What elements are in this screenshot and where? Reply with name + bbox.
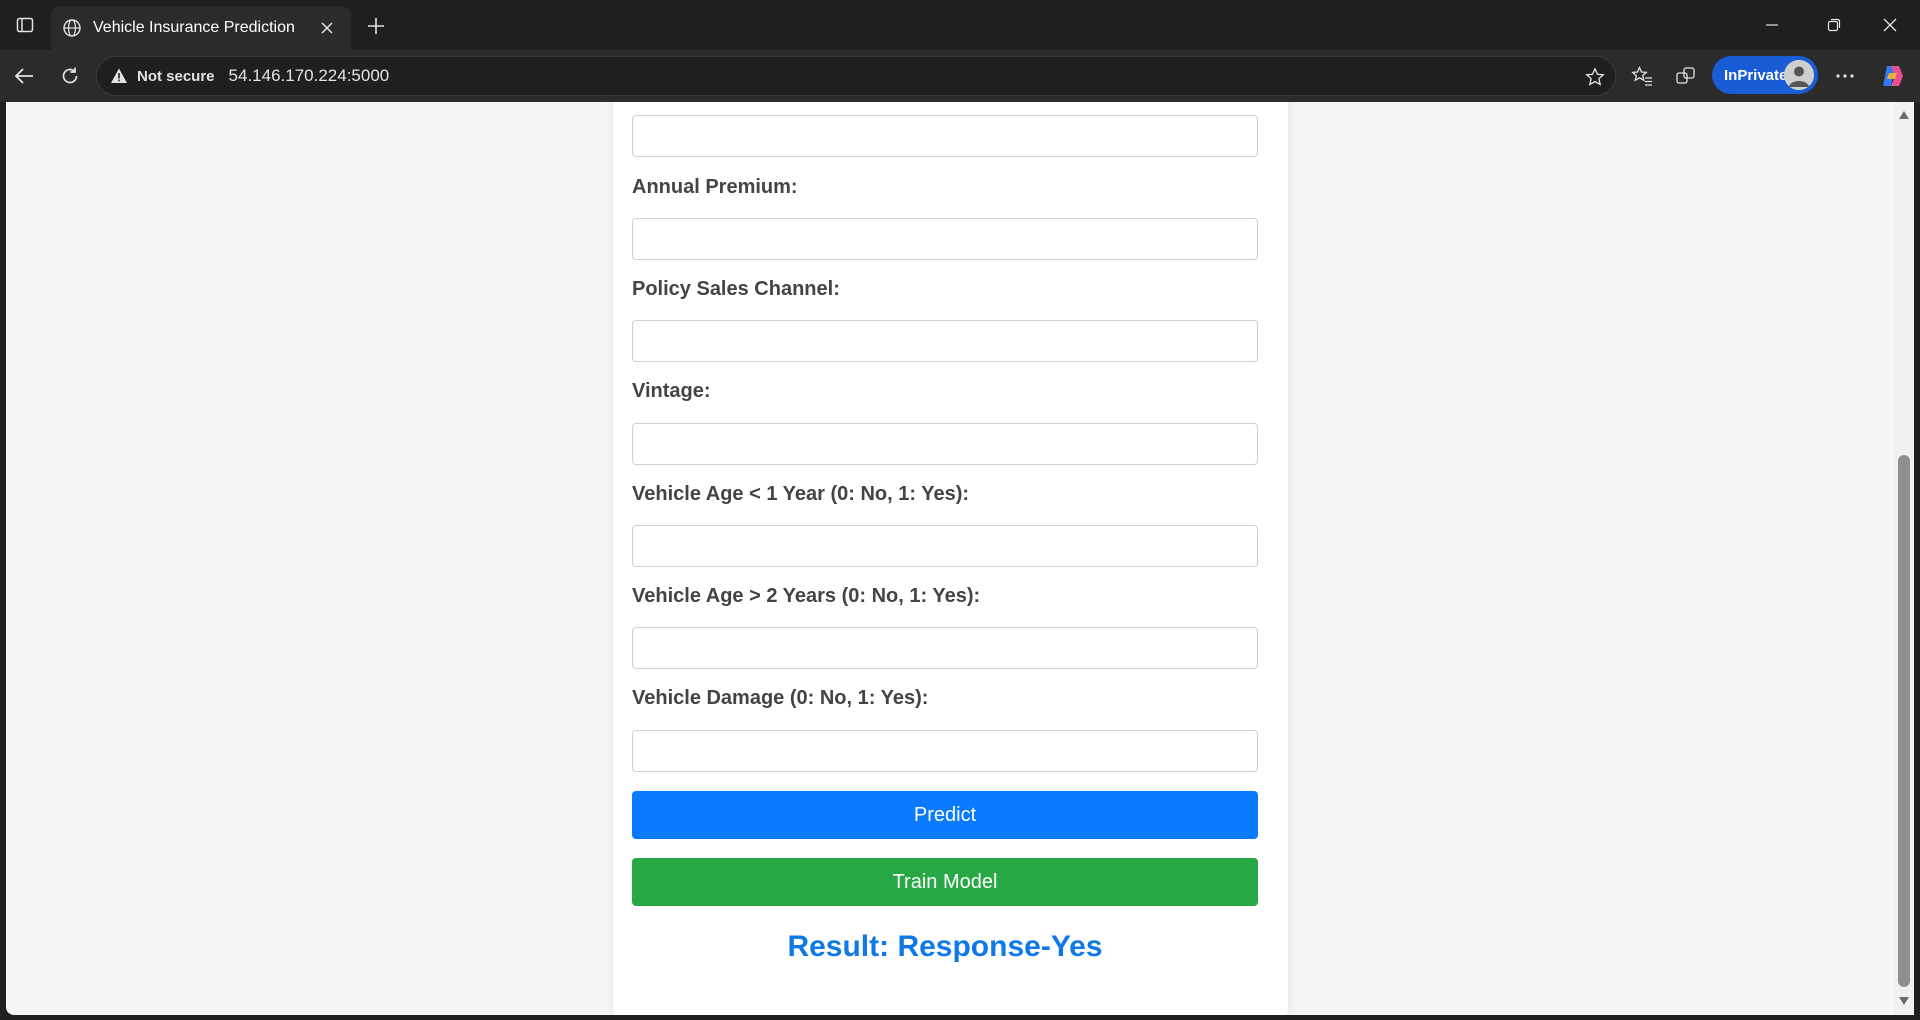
more-icon	[1836, 74, 1854, 78]
inprivate-label: InPrivate	[1724, 66, 1788, 84]
avatar	[1784, 60, 1814, 90]
inprivate-badge[interactable]: InPrivate	[1712, 56, 1818, 94]
more-button[interactable]	[1829, 60, 1861, 92]
plus-icon	[368, 18, 384, 34]
policy-sales-channel-input[interactable]	[632, 320, 1258, 362]
new-tab-button[interactable]	[360, 10, 392, 42]
result-text: Result: Response-Yes	[787, 930, 1103, 963]
window-frame-right	[1914, 102, 1920, 1020]
warning-icon[interactable]	[109, 66, 129, 86]
field-input-1[interactable]	[632, 115, 1258, 157]
predict-button[interactable]: Predict	[632, 791, 1258, 839]
field-label-vehicle-age-lt-1: Vehicle Age < 1 Year (0: No, 1: Yes):	[632, 483, 970, 505]
star-icon[interactable]	[1583, 65, 1607, 89]
close-icon	[1883, 18, 1897, 32]
tab-actions-button[interactable]	[0, 0, 50, 50]
favorites-icon	[1631, 65, 1652, 86]
field-label-vintage: Vintage:	[632, 380, 711, 402]
back-arrow-icon	[14, 68, 33, 84]
back-button[interactable]	[6, 58, 42, 94]
tab-actions-icon	[16, 17, 34, 33]
field-label-policy-sales-channel: Policy Sales Channel:	[632, 278, 840, 300]
refresh-icon	[62, 67, 78, 84]
copilot-icon	[1883, 66, 1903, 86]
collections-icon	[1676, 67, 1695, 84]
train-model-button[interactable]: Train Model	[632, 858, 1258, 906]
scroll-up-arrow-icon[interactable]	[1897, 108, 1911, 122]
restore-icon	[1827, 18, 1841, 32]
restore-button[interactable]	[1806, 0, 1862, 50]
copilot-button[interactable]	[1876, 60, 1908, 92]
field-label-vehicle-age-gt-2: Vehicle Age > 2 Years (0: No, 1: Yes):	[632, 585, 981, 607]
field-label-vehicle-damage: Vehicle Damage (0: No, 1: Yes):	[632, 687, 929, 709]
scrollbar-thumb[interactable]	[1898, 455, 1910, 987]
vehicle-age-gt-2-input[interactable]	[632, 627, 1258, 669]
window-close-button[interactable]	[1862, 0, 1918, 50]
vintage-input[interactable]	[632, 423, 1258, 465]
minimize-button[interactable]	[1744, 0, 1800, 50]
globe-icon	[61, 17, 83, 39]
tab-title: Vehicle Insurance Prediction	[93, 19, 295, 36]
field-label-annual-premium: Annual Premium:	[632, 176, 798, 198]
vehicle-damage-input[interactable]	[632, 730, 1258, 772]
favorites-button[interactable]	[1626, 60, 1658, 92]
address-bar[interactable]: Not secure 54.146.170.224:5000	[96, 56, 1616, 96]
annual-premium-input[interactable]	[632, 218, 1258, 260]
window-frame-bottom	[0, 1015, 1920, 1020]
refresh-button[interactable]	[52, 58, 88, 94]
scroll-down-arrow-icon[interactable]	[1897, 994, 1911, 1008]
collections-button[interactable]	[1670, 60, 1702, 92]
url-text[interactable]: 54.146.170.224:5000	[229, 66, 390, 86]
vehicle-age-lt-1-input[interactable]	[632, 525, 1258, 567]
security-label[interactable]: Not secure	[137, 68, 215, 85]
minimize-icon	[1766, 24, 1778, 26]
browser-tab[interactable]: Vehicle Insurance Prediction	[51, 6, 351, 50]
tab-close-icon[interactable]	[315, 16, 339, 40]
